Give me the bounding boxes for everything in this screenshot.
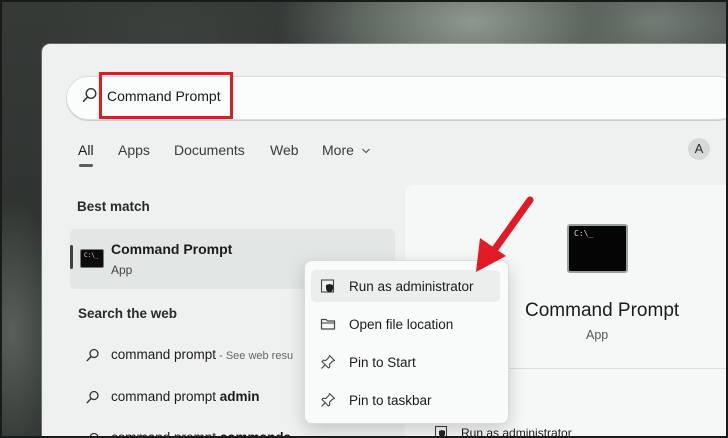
avatar[interactable]: A — [688, 138, 710, 160]
shield-icon — [434, 425, 448, 436]
search-icon — [82, 87, 97, 102]
best-match-subtitle: App — [111, 263, 133, 277]
tab-all-indicator — [79, 164, 93, 167]
tab-web[interactable]: Web — [270, 142, 299, 158]
detail-title: Command Prompt — [525, 300, 680, 321]
web-result-bold: commands — [219, 430, 292, 438]
search-icon — [89, 432, 99, 436]
annotation-arrow-icon — [476, 196, 534, 272]
tab-documents[interactable]: Documents — [174, 142, 245, 158]
command-prompt-large-icon: C:\_ — [567, 224, 628, 273]
pin-icon — [321, 392, 336, 407]
web-result-item[interactable]: command prompt - See web resu — [111, 347, 293, 362]
web-result-item[interactable]: command prompt admin — [111, 389, 260, 404]
web-result-bold: admin — [219, 389, 260, 404]
detail-run-as-admin[interactable]: Run as administrator — [461, 426, 572, 436]
menu-item-label: Pin to taskbar — [349, 393, 432, 408]
web-result-text: command prompt — [111, 430, 220, 438]
shield-icon — [320, 279, 335, 293]
tab-apps[interactable]: Apps — [118, 142, 150, 158]
web-result-hint: - See web resu — [216, 350, 294, 362]
tab-more[interactable]: More — [322, 142, 371, 158]
web-result-text: command prompt — [111, 347, 217, 362]
web-result-text: command prompt — [111, 389, 220, 404]
menu-item-label: Open file location — [349, 317, 454, 332]
selection-accent — [70, 245, 73, 269]
search-web-heading: Search the web — [78, 306, 178, 321]
best-match-title: Command Prompt — [111, 241, 233, 257]
search-highlight-box — [99, 72, 233, 119]
chevron-down-icon — [361, 148, 370, 154]
detail-subtitle: App — [586, 328, 609, 342]
search-icon — [86, 348, 99, 362]
menu-item-label: Run as administrator — [349, 279, 474, 294]
folder-icon — [320, 318, 336, 330]
menu-item-label: Pin to Start — [349, 355, 416, 370]
pin-icon — [321, 354, 336, 369]
web-result-item[interactable]: command prompt commands — [111, 430, 292, 438]
command-prompt-icon: C:\_ — [80, 249, 104, 268]
screenshot-frame: Command Prompt All Apps Documents Web Mo… — [0, 0, 728, 438]
best-match-heading: Best match — [77, 199, 150, 214]
search-icon — [86, 390, 99, 404]
tab-more-label: More — [322, 142, 354, 158]
tab-all[interactable]: All — [78, 142, 94, 158]
